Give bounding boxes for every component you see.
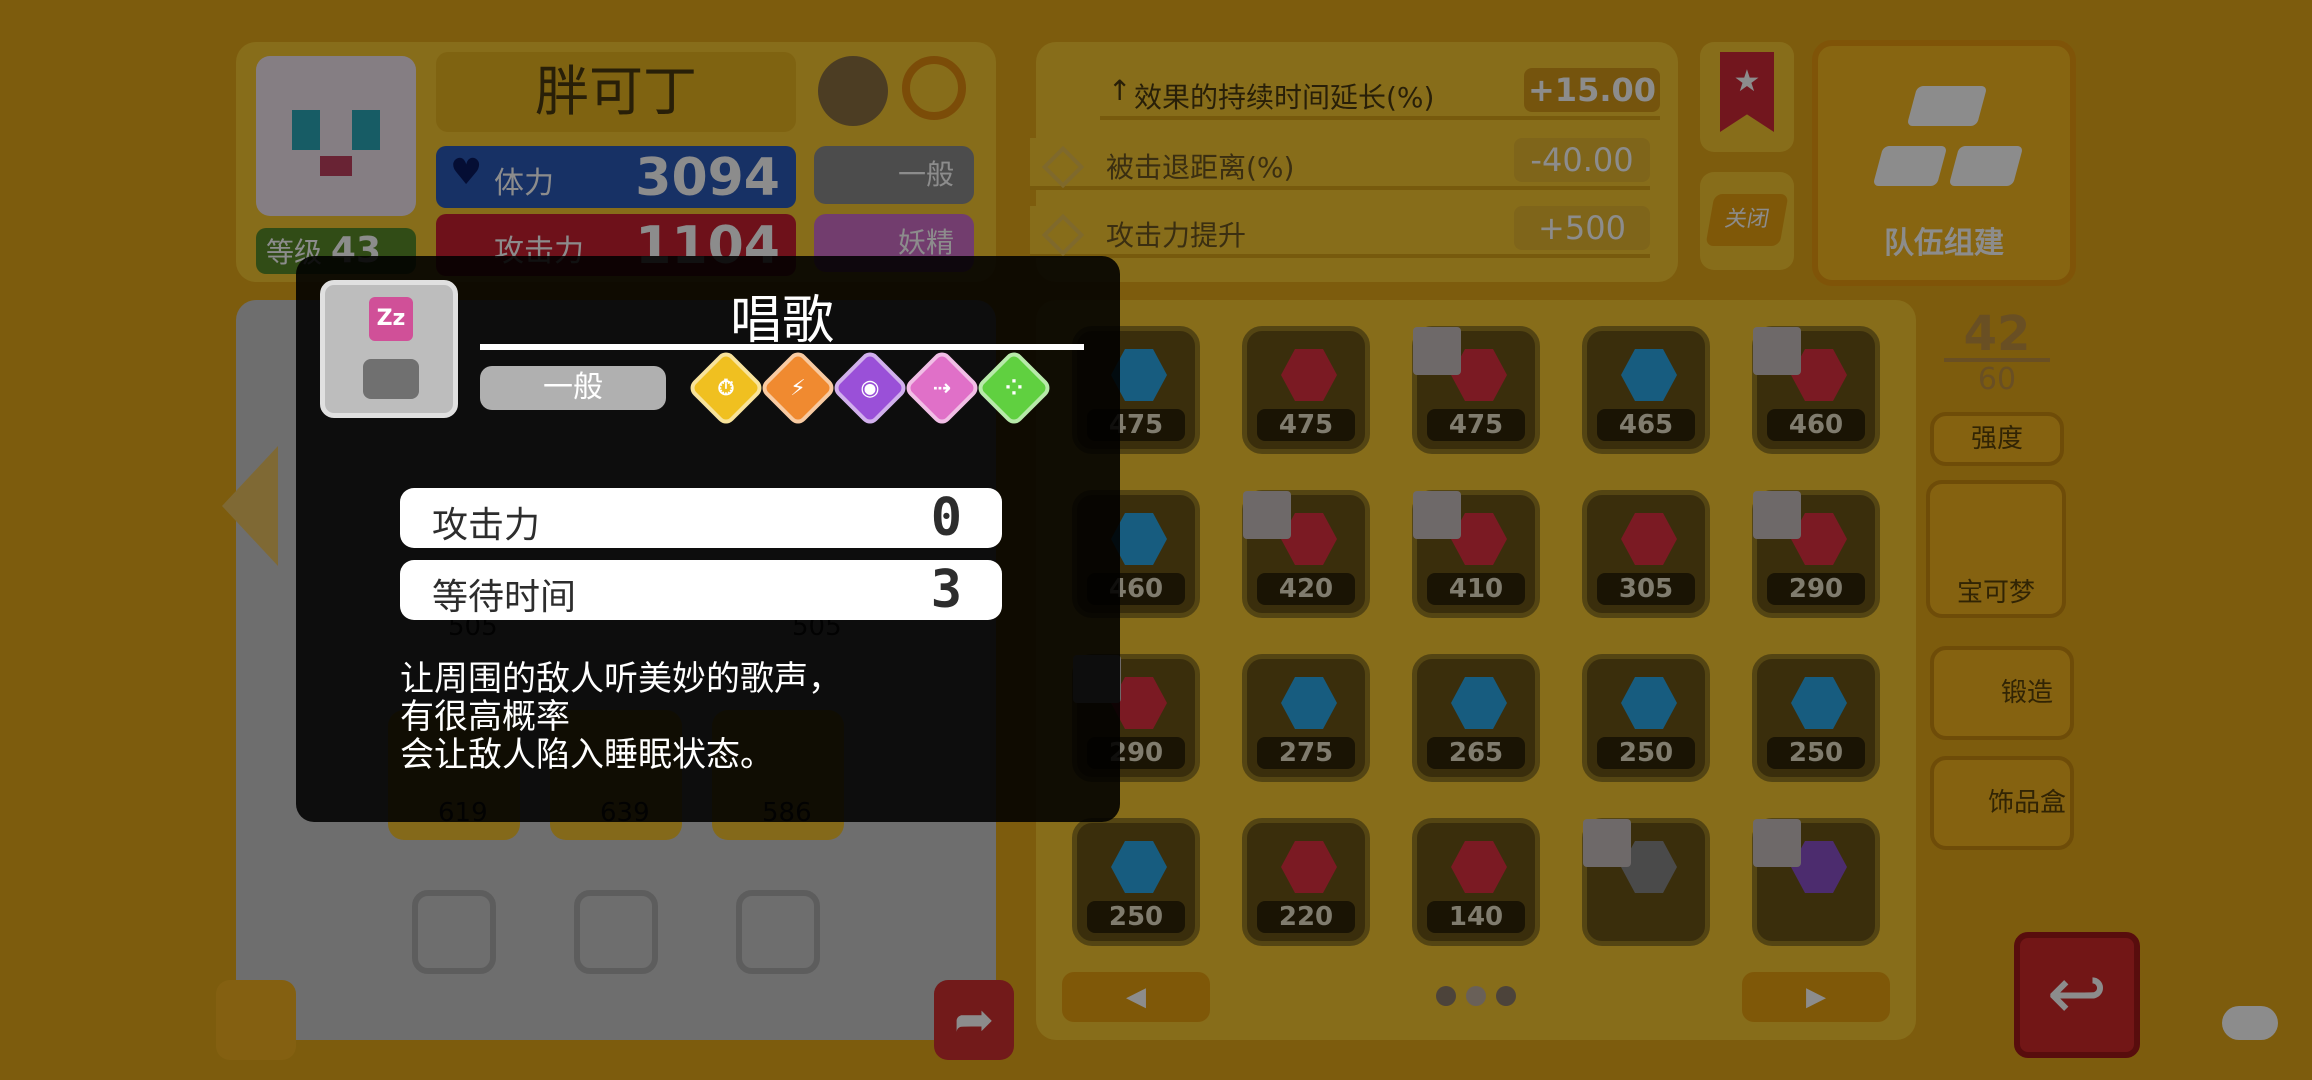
move-type-badge: 一般 [480,366,666,410]
stat-value: 3 [930,560,962,620]
stat-row-wait-time: 等待时间 3 [400,560,1002,620]
stat-row-attack: 攻击力 0 [400,488,1002,548]
sleep-icon: Zz [369,297,413,341]
dots-badge-icon: ⁘ [974,348,1054,428]
move-icon: Zz [320,280,458,418]
stat-label: 攻击力 [432,505,541,546]
description-line: 有很高概率 [400,697,570,737]
move-detail-popup: Zz 唱歌 一般 ⏱ ⚡ ◉ ⇢ ⁘ 攻击力 0 等待时间 3 让周围的敌人听美… [296,256,1120,822]
arrow-badge-icon: ⇢ [902,348,982,428]
stat-value: 0 [930,488,962,548]
lightning-x2-badge-icon: ⚡ [758,348,838,428]
stat-label: 等待时间 [432,577,577,618]
wifi-badge-icon: ◉ [830,348,910,428]
title-underline [480,344,1084,350]
move-description: 让周围的敌人听美妙的歌声， 有很高概率 会让敌人陷入睡眠状态。 [400,660,842,774]
description-line: 让周围的敌人听美妙的歌声， [400,659,842,699]
clock-badge-icon: ⏱ [686,348,766,428]
move-title: 唱歌 [729,291,834,351]
description-line: 会让敌人陷入睡眠状态。 [400,735,774,775]
